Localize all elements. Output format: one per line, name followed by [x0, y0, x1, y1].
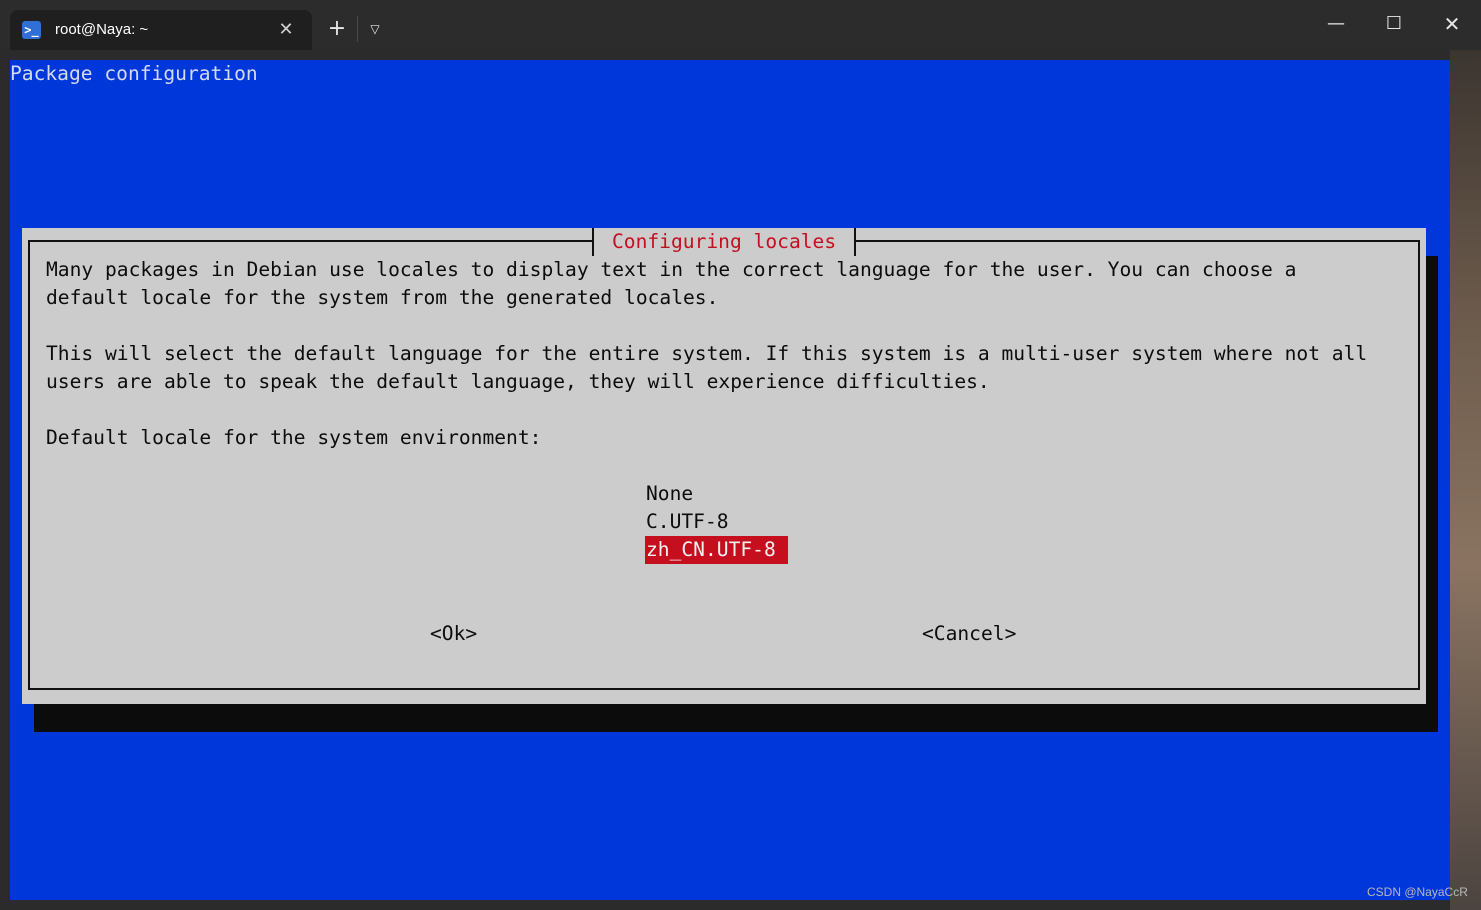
- ok-button[interactable]: <Ok>: [430, 620, 477, 648]
- toolbar-divider: [357, 16, 358, 42]
- close-window-button[interactable]: ✕: [1429, 8, 1475, 40]
- new-tab-button[interactable]: +: [326, 17, 348, 41]
- watermark: CSDN @NayaCcR: [1367, 885, 1468, 899]
- package-configuration-header: Package configuration: [10, 62, 258, 85]
- minimize-button[interactable]: —: [1313, 8, 1359, 40]
- dialog-title: Configuring locales: [592, 228, 857, 256]
- tab-close-icon[interactable]: ✕: [276, 18, 296, 42]
- terminal-tab[interactable]: >_ root@Naya: ~ ✕: [10, 10, 312, 50]
- locale-option-zh-cn-utf8[interactable]: zh_CN.UTF-8: [645, 536, 788, 564]
- dialog-text-line: default locale for the system from the g…: [46, 286, 719, 309]
- locale-option-c-utf8[interactable]: C.UTF-8: [645, 508, 730, 536]
- powershell-icon: >_: [22, 21, 41, 39]
- locale-dialog: Configuring locales Many packages in Deb…: [22, 228, 1426, 704]
- maximize-button[interactable]: ☐: [1371, 8, 1417, 40]
- locale-option-none[interactable]: None: [645, 480, 694, 508]
- desktop-background: [1450, 50, 1481, 910]
- tab-title: root@Naya: ~: [55, 21, 149, 38]
- terminal-window[interactable]: Package configuration Configuring locale…: [10, 60, 1450, 900]
- title-bar: >_ root@Naya: ~ ✕ + ▽ — ☐ ✕: [0, 0, 1481, 50]
- dialog-text-line: users are able to speak the default lang…: [46, 370, 990, 393]
- cancel-button[interactable]: <Cancel>: [922, 620, 1016, 648]
- dialog-text-line: This will select the default language fo…: [46, 342, 1368, 365]
- locale-prompt: Default locale for the system environmen…: [46, 426, 542, 449]
- chevron-down-icon[interactable]: ▽: [364, 18, 386, 40]
- dialog-text-line: Many packages in Debian use locales to d…: [46, 258, 1297, 281]
